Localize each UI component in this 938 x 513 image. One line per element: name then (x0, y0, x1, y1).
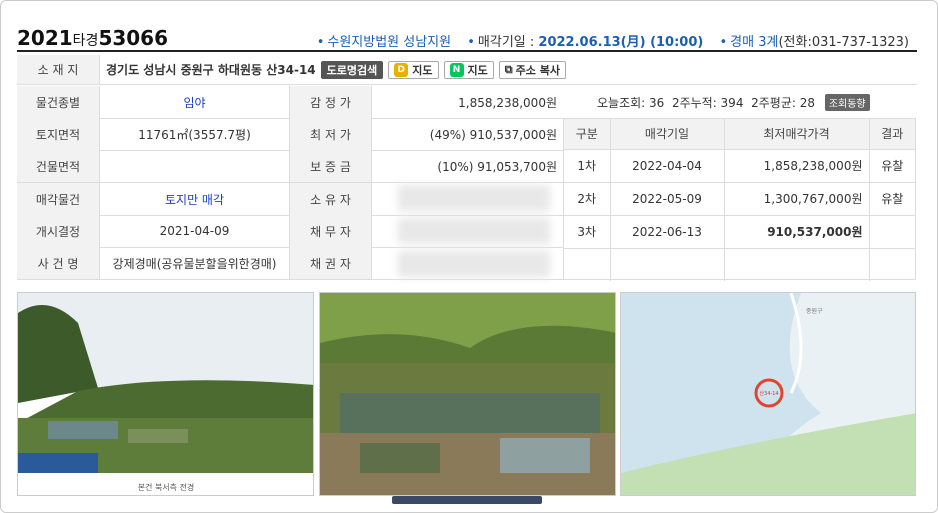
detail-label: 개시결정 (17, 215, 100, 247)
detail-label: 최 저 가 (290, 118, 372, 150)
photo-nav-bar[interactable] (392, 496, 542, 504)
detail-row: 토지면적 11761㎡(3557.7평) 최 저 가 (49%) 910,537,00… (17, 118, 563, 151)
case-header: 2021타경53066 • 수원지방법원 성남지원 • 매각기일 : 2022.06… (17, 24, 917, 52)
owner-blurred (398, 185, 550, 211)
detail-label: 사 건 명 (17, 247, 100, 279)
property-photo-1[interactable]: 본건 북서측 전경 (17, 292, 314, 496)
table-row: 3차 2022-06-13 910,537,000원 (564, 215, 915, 249)
detail-label: 채 무 자 (290, 215, 372, 247)
detail-label: 건물면적 (17, 150, 100, 182)
detail-value: 1,858,238,000원 (458, 95, 557, 110)
property-photo-2[interactable] (319, 292, 616, 496)
map-parcel-label: 산34-14 (759, 390, 778, 397)
detail-label: 채 권 자 (290, 247, 372, 279)
creditor-blurred (398, 251, 550, 277)
location-address: 경기도 성남시 중원구 하대원동 산34-14 (106, 63, 316, 77)
copy-address-button[interactable]: ⧉ 주소 복사 (498, 60, 566, 79)
case-meta: • 수원지방법원 성남지원 • 매각기일 : 2022.06.13(月) (10:0… (316, 35, 909, 50)
detail-row: 건물면적 보 증 금 (10%) 91,053,700원 (17, 150, 563, 183)
detail-label: 매각물건 (17, 183, 100, 215)
daum-icon: D (394, 62, 409, 77)
detail-label: 감 정 가 (290, 86, 372, 118)
location-row: 소 재 지 경기도 성남시 중원구 하대원동 산34-14 도로명검색 D 지도 … (17, 55, 917, 85)
detail-value: 11761㎡(3557.7평) (100, 118, 290, 150)
detail-value: (10%) 91,053,700원 (437, 159, 557, 174)
location-map[interactable]: 중원구 산34-14 (620, 292, 916, 496)
view-stats: 오늘조회: 36 2주누적: 394 2주평균: 28 조회동향 (597, 94, 870, 111)
court-link[interactable]: 수원지방법원 성남지원 (327, 35, 451, 50)
detail-value: 강제경매(공유물분할을위한경매) (100, 247, 290, 279)
road-search-button[interactable]: 도로명검색 (320, 60, 384, 79)
detail-value: 2021-04-09 (100, 215, 290, 247)
sale-date: 2022.06.13(月) (10:00) (538, 35, 704, 50)
detail-label: 보 증 금 (290, 150, 372, 182)
sale-history-table: 구분 매각기일 최저매각가격 결과 1차 2022-04-04 1,858,23… (563, 118, 916, 281)
detail-value: (49%) 910,537,000원 (429, 127, 557, 142)
detail-label: 토지면적 (17, 118, 100, 150)
trend-button[interactable]: 조회동향 (824, 94, 870, 111)
naver-map-button[interactable]: N 지도 (443, 60, 494, 79)
detail-value[interactable]: 토지만 매각 (100, 183, 290, 215)
naver-icon: N (449, 62, 464, 77)
photo-caption: 본건 북서측 전경 (138, 482, 195, 492)
table-row: 2차 2022-05-09 1,300,767,000원 유찰 (564, 182, 915, 216)
debtor-blurred (398, 218, 550, 244)
copy-icon: ⧉ (504, 62, 513, 76)
map-label: 중원구 (806, 307, 823, 315)
daum-map-button[interactable]: D 지도 (388, 60, 439, 79)
detail-value (100, 150, 290, 182)
dept-link[interactable]: 경매 3계 (730, 35, 778, 50)
table-row: 1차 2022-04-04 1,858,238,000원 유찰 (564, 149, 915, 183)
detail-row: 물건종별 임야 감 정 가 1,858,238,000원 (17, 86, 563, 119)
detail-label: 물건종별 (17, 86, 100, 118)
detail-label: 소 유 자 (290, 183, 372, 215)
case-number: 2021타경53066 (17, 26, 169, 50)
detail-value[interactable]: 임야 (100, 86, 290, 118)
